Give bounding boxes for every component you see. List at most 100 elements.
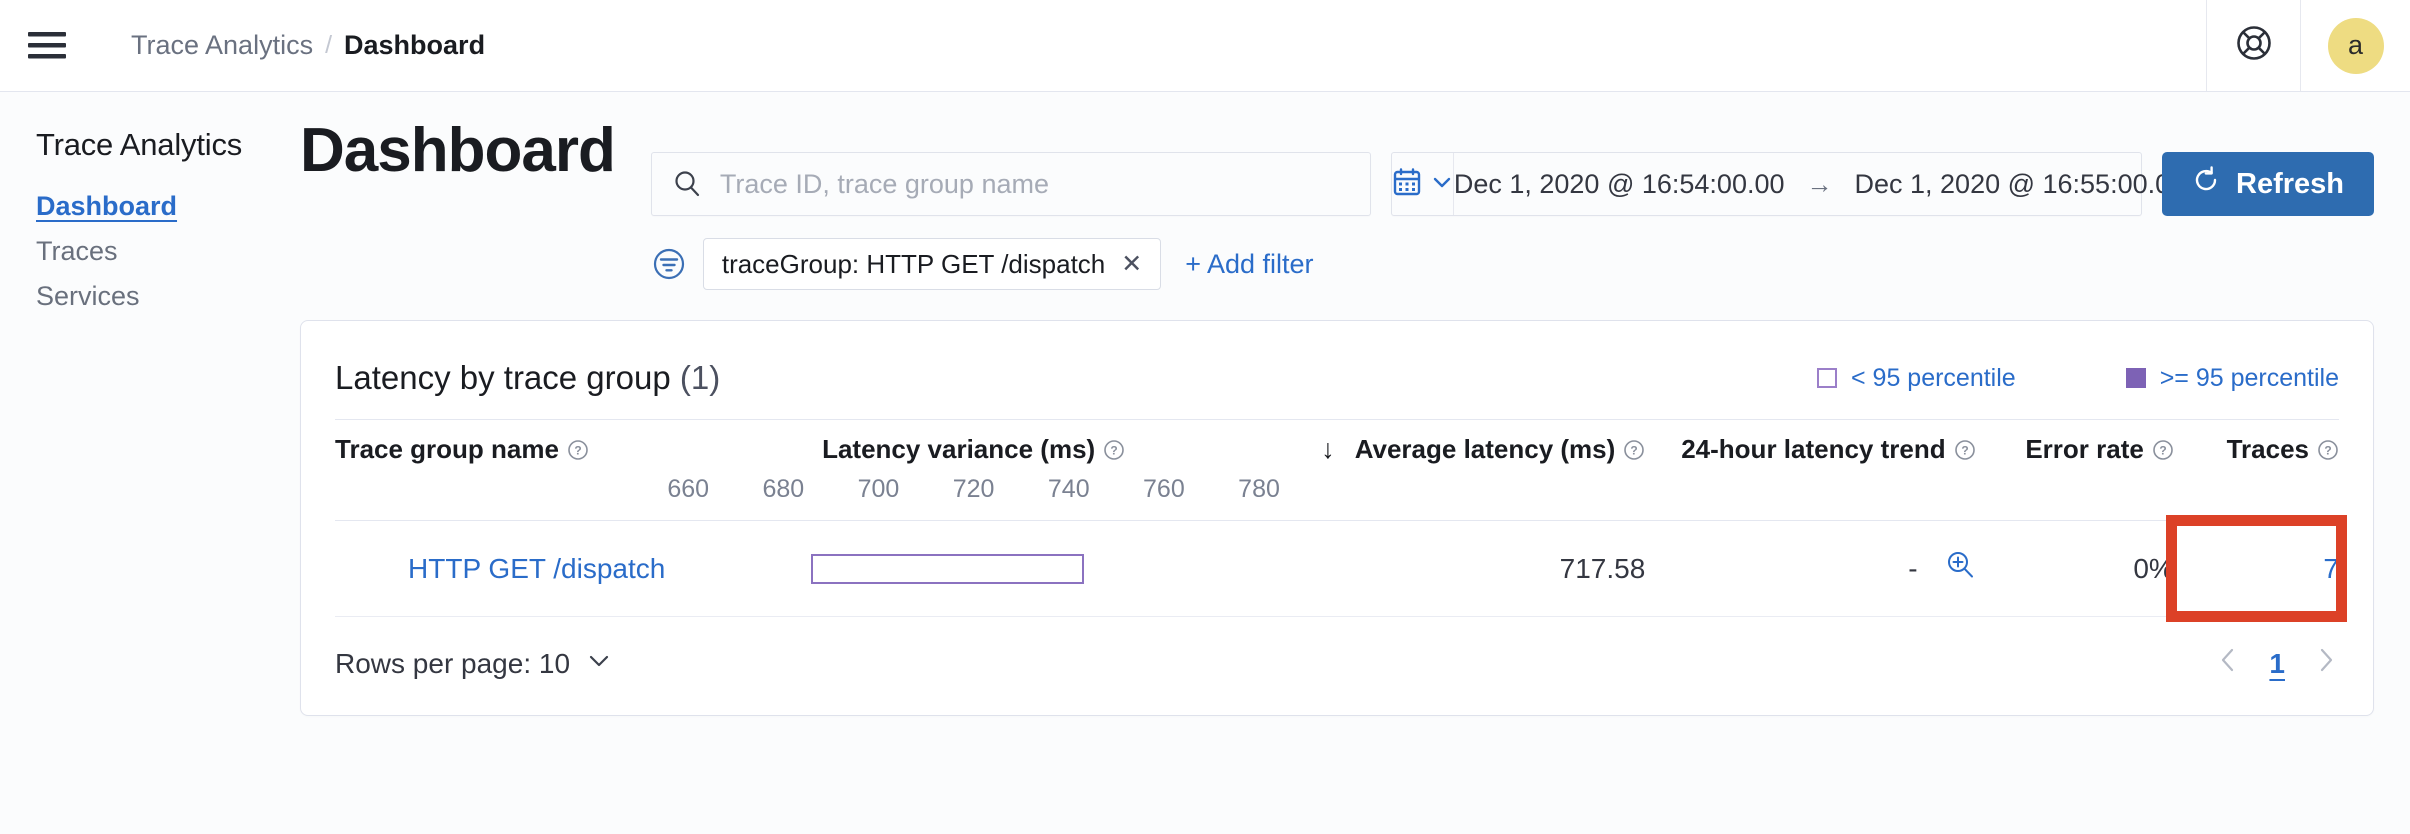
column-label-latency-variance: Latency variance (ms): [822, 434, 1095, 465]
filter-circle-icon[interactable]: [651, 246, 687, 282]
traces-count-link[interactable]: 7: [2323, 553, 2339, 584]
breadcrumb-current: Dashboard: [344, 30, 485, 61]
sidebar-item-services-row: Services: [36, 281, 300, 326]
cell-latency-trend: -: [1645, 521, 1975, 617]
top-navigation-bar: Trace Analytics / Dashboard a: [0, 0, 2410, 92]
column-header-traces[interactable]: Traces ?: [2174, 420, 2339, 521]
chevron-down-icon: [1431, 171, 1453, 198]
date-quick-select-button[interactable]: [1392, 153, 1454, 215]
latency-variance-axis: 660 680 700 720 740 760 780: [665, 475, 1282, 504]
latency-variance-boxplot: [665, 554, 1282, 584]
life-preserver-help-icon: [2236, 25, 2272, 66]
svg-text:?: ?: [1631, 443, 1638, 457]
legend-label-below-95: < 95 percentile: [1851, 364, 2016, 393]
refresh-icon: [2192, 166, 2220, 202]
column-header-latency-variance[interactable]: Latency variance (ms) ? 660: [665, 420, 1282, 521]
axis-tick: 780: [1238, 475, 1280, 504]
column-label-latency-trend: 24-hour latency trend: [1681, 434, 1945, 465]
table-body: HTTP GET /dispatch 717.58 -: [335, 521, 2339, 617]
table-header-row: Trace group name ?: [335, 420, 2339, 521]
date-range-end[interactable]: Dec 1, 2020 @ 16:55:00.00: [1855, 169, 2186, 200]
filter-pill-tracegroup[interactable]: traceGroup: HTTP GET /dispatch ✕: [703, 238, 1161, 290]
avatar-initial: a: [2348, 30, 2363, 61]
filter-pill-label: traceGroup: HTTP GET /dispatch: [722, 249, 1105, 280]
chevron-right-icon[interactable]: [2313, 645, 2339, 683]
column-header-average-latency[interactable]: ↓ Average latency (ms) ?: [1282, 420, 1645, 521]
svg-text:?: ?: [574, 443, 581, 457]
sidebar-item-traces[interactable]: Traces: [36, 236, 118, 267]
date-range-start[interactable]: Dec 1, 2020 @ 16:54:00.00: [1454, 169, 1785, 200]
axis-tick: 720: [953, 475, 995, 504]
search-icon: [672, 169, 702, 199]
search-input[interactable]: Trace ID, trace group name: [651, 152, 1371, 216]
page-title: Dashboard: [300, 120, 615, 182]
add-filter-button[interactable]: + Add filter: [1185, 249, 1313, 280]
rows-per-page-selector[interactable]: Rows per page: 10: [335, 648, 612, 681]
breadcrumb-parent-link[interactable]: Trace Analytics: [131, 30, 313, 61]
date-range-arrow-icon: →: [1807, 169, 1833, 200]
date-range-picker[interactable]: Dec 1, 2020 @ 16:54:00.00 → Dec 1, 2020 …: [1391, 152, 2142, 216]
cell-average-latency: 717.58: [1282, 521, 1645, 617]
column-label-average-latency: Average latency (ms): [1355, 434, 1616, 465]
svg-text:?: ?: [1961, 443, 1968, 457]
legend-swatch-open-icon: [1817, 368, 1837, 388]
help-button[interactable]: [2206, 0, 2300, 91]
column-label-trace-group-name: Trace group name: [335, 434, 559, 465]
column-header-error-rate[interactable]: Error rate ?: [1976, 420, 2174, 521]
column-label-traces: Traces: [2227, 434, 2309, 465]
query-bar: Trace ID, trace group name: [651, 152, 2374, 216]
search-placeholder: Trace ID, trace group name: [720, 169, 1049, 200]
panel-title-count: (1): [680, 359, 720, 396]
help-icon[interactable]: ?: [2152, 439, 2174, 461]
cell-trace-group-name: HTTP GET /dispatch: [335, 521, 665, 617]
sidebar: Trace Analytics Dashboard Traces Service…: [0, 92, 300, 834]
legend-swatch-filled-icon: [2126, 368, 2146, 388]
sort-descending-icon: ↓: [1321, 434, 1335, 465]
sidebar-item-services[interactable]: Services: [36, 281, 140, 312]
svg-text:?: ?: [1111, 443, 1118, 457]
sidebar-item-dashboard[interactable]: Dashboard: [36, 191, 177, 222]
help-icon[interactable]: ?: [1623, 439, 1645, 461]
topnav-right-group: a: [2206, 0, 2410, 91]
column-header-latency-trend[interactable]: 24-hour latency trend ?: [1645, 420, 1975, 521]
cell-error-rate: 0%: [1976, 521, 2174, 617]
help-icon[interactable]: ?: [1103, 439, 1125, 461]
chevron-left-icon[interactable]: [2215, 645, 2241, 683]
help-icon[interactable]: ?: [2317, 439, 2339, 461]
magnifier-plus-icon[interactable]: [1944, 549, 1976, 588]
traces-highlight-annotation: [2166, 515, 2347, 622]
close-icon[interactable]: ✕: [1121, 249, 1142, 279]
main-content: Dashboard Trace ID, trace group name: [300, 92, 2410, 834]
breadcrumb: Trace Analytics / Dashboard: [95, 30, 485, 61]
table-header: Trace group name ?: [335, 420, 2339, 521]
axis-tick: 660: [667, 475, 709, 504]
help-icon[interactable]: ?: [567, 439, 589, 461]
refresh-button[interactable]: Refresh: [2162, 152, 2374, 216]
hamburger-menu-icon[interactable]: [0, 0, 94, 92]
sidebar-title: Trace Analytics: [36, 127, 300, 163]
column-header-trace-group-name[interactable]: Trace group name ?: [335, 420, 665, 521]
page-body: Trace Analytics Dashboard Traces Service…: [0, 92, 2410, 834]
user-menu-button[interactable]: a: [2300, 0, 2410, 91]
legend-item-below-95[interactable]: < 95 percentile: [1817, 364, 2016, 393]
svg-text:?: ?: [2159, 443, 2166, 457]
refresh-button-label: Refresh: [2236, 168, 2344, 201]
pagination: 1: [2215, 645, 2339, 683]
cell-traces: 7: [2174, 521, 2339, 617]
calendar-icon: [1392, 167, 1422, 202]
controls-area: Trace ID, trace group name: [651, 120, 2374, 290]
pagination-page-1[interactable]: 1: [2269, 648, 2285, 680]
legend-label-above-95: >= 95 percentile: [2160, 364, 2339, 393]
legend-item-above-95[interactable]: >= 95 percentile: [2126, 364, 2339, 393]
cell-latency-variance: [665, 521, 1282, 617]
help-icon[interactable]: ?: [1954, 439, 1976, 461]
table-row: HTTP GET /dispatch 717.58 -: [335, 521, 2339, 617]
chart-legend: < 95 percentile >= 95 percentile: [1817, 364, 2339, 393]
panel-header: Latency by trace group (1) < 95 percenti…: [335, 351, 2339, 419]
axis-tick: 680: [762, 475, 804, 504]
trace-group-link[interactable]: HTTP GET /dispatch: [408, 553, 665, 584]
table-footer: Rows per page: 10 1: [335, 617, 2339, 715]
page-header-row: Dashboard Trace ID, trace group name: [300, 92, 2374, 290]
latency-by-trace-group-panel: Latency by trace group (1) < 95 percenti…: [300, 320, 2374, 716]
filter-bar: traceGroup: HTTP GET /dispatch ✕ + Add f…: [651, 238, 2374, 290]
